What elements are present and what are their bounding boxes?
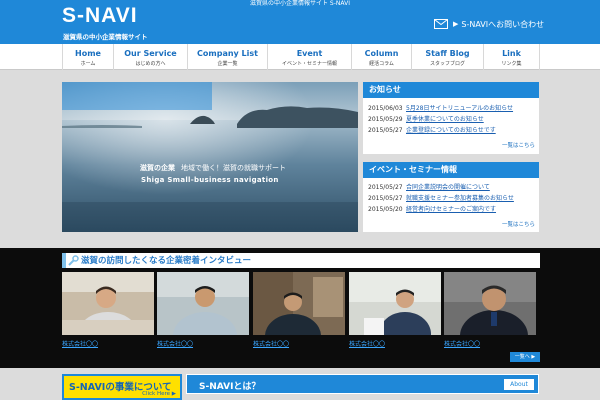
nav-sublabel: 経活コラム	[369, 61, 394, 67]
news-date: 2015/05/27	[368, 127, 403, 134]
nav-label: Column	[364, 49, 399, 58]
news-panel: お知らせ 2015/06/03 5月28日サイトリニューアルのお知らせ 2015/…	[363, 82, 539, 154]
interview-company-link[interactable]: 株式会社〇〇	[253, 339, 289, 348]
event-link[interactable]: 経営者向けセミナーのご案内です	[406, 206, 496, 213]
interview-thumbnail[interactable]	[253, 272, 345, 335]
interview-company-link[interactable]: 株式会社〇〇	[62, 339, 98, 348]
news-item: 2015/05/27 企業登録についてのお知らせです	[368, 125, 496, 134]
business-banner[interactable]: S-NAVIの事業について Click Here ▶	[62, 374, 182, 400]
nav-label: Company List	[197, 49, 258, 58]
mail-icon	[434, 19, 448, 29]
wrench-icon	[68, 255, 79, 266]
interview-heading: 滋賀の訪問したくなる企業密着インタビュー	[62, 253, 540, 268]
nav-sublabel: イベント・セミナー情報	[281, 61, 337, 67]
news-item: 2015/06/03 5月28日サイトリニューアルのお知らせ	[368, 103, 513, 112]
interview-photo	[349, 272, 441, 335]
news-link[interactable]: 5月28日サイトリニューアルのお知らせ	[406, 105, 513, 112]
event-item: 2015/05/20 経営者向けセミナーのご案内です	[368, 204, 496, 213]
interview-thumbnail[interactable]	[444, 272, 536, 335]
hero-caption-line1: 滋賀の企業 地域で働く！滋賀の就職サポート	[140, 163, 286, 173]
about-title: S-NAVIとは？	[199, 382, 261, 392]
nav-label: Event	[296, 49, 323, 58]
interview-title: 滋賀の訪問したくなる企業密着インタビュー	[81, 256, 252, 266]
site-logo[interactable]: S-NAVI	[62, 4, 138, 28]
nav-item-company-list[interactable]: Company List 企業一覧	[188, 44, 268, 70]
event-item: 2015/05/27 就職支援セミナー参加者募集のお知らせ	[368, 193, 514, 202]
nav-item-staff-blog[interactable]: Staff Blog スタッフブログ	[412, 44, 484, 70]
nav-label: Our Service	[124, 49, 177, 58]
main-nav: Home ホーム Our Service はじめの方へ Company List…	[0, 44, 600, 70]
nav-item-event[interactable]: Event イベント・セミナー情報	[268, 44, 352, 70]
logo-subtitle: 滋賀県の中小企業情報サイト	[63, 33, 148, 41]
news-more-link[interactable]: 一覧はこちら	[502, 141, 535, 149]
about-bar: S-NAVIとは？ About	[186, 374, 539, 394]
nav-label: Link	[502, 49, 521, 58]
event-date: 2015/05/27	[368, 184, 403, 191]
event-panel-title: イベント・セミナー情報	[363, 162, 539, 178]
interview-company-link[interactable]: 株式会社〇〇	[349, 339, 385, 348]
nav-item-home[interactable]: Home ホーム	[62, 44, 114, 70]
nav-sublabel: スタッフブログ	[429, 61, 465, 67]
hero-caption-text: 地域で働く！滋賀の就職サポート	[181, 164, 286, 172]
interview-photo	[444, 272, 536, 335]
nav-sublabel: 企業一覧	[217, 61, 238, 67]
hero-caption-line2: Shiga Small-business navigation	[141, 176, 279, 184]
nav-sublabel: ホーム	[80, 61, 96, 67]
nav-item-link[interactable]: Link リンク集	[484, 44, 540, 70]
interview-thumbnail[interactable]	[62, 272, 154, 335]
event-link[interactable]: 就職支援セミナー参加者募集のお知らせ	[406, 195, 514, 202]
site-header: 滋賀県の中小企業情報サイト S-NAVI S-NAVI 滋賀県の中小企業情報サイ…	[0, 0, 600, 44]
contact-arrow-icon: ▶	[453, 20, 459, 28]
interview-more-button[interactable]: 一覧へ ▶	[510, 352, 540, 362]
business-click-here: Click Here ▶	[142, 391, 176, 397]
interview-photo	[253, 272, 345, 335]
nav-label: Home	[75, 49, 101, 58]
contact-link[interactable]: ▶ S-NAVIへお問い合わせ	[434, 17, 544, 31]
nav-item-column[interactable]: Column 経活コラム	[352, 44, 412, 70]
nav-sublabel: はじめの方へ	[135, 61, 166, 67]
event-item: 2015/05/27 合同企業説明会の開催について	[368, 182, 490, 191]
nav-item-our-service[interactable]: Our Service はじめの方へ	[114, 44, 188, 70]
nav-sublabel: リンク集	[501, 61, 522, 67]
nav-label: Staff Blog	[425, 49, 470, 58]
interview-photo	[157, 272, 249, 335]
news-date: 2015/06/03	[368, 105, 403, 112]
news-link[interactable]: 企業登録についてのお知らせです	[406, 127, 496, 134]
hero-caption-bold: 滋賀の企業	[140, 164, 175, 172]
event-date: 2015/05/20	[368, 206, 403, 213]
interview-photo	[62, 272, 154, 335]
interview-thumbnail[interactable]	[349, 272, 441, 335]
news-item: 2015/05/29 夏季休業についてのお知らせ	[368, 114, 484, 123]
interview-company-link[interactable]: 株式会社〇〇	[444, 339, 480, 348]
hero-banner: 滋賀の企業 地域で働く！滋賀の就職サポート Shiga Small-busines…	[62, 82, 358, 232]
interview-company-link[interactable]: 株式会社〇〇	[157, 339, 193, 348]
event-panel: イベント・セミナー情報 2015/05/27 合同企業説明会の開催について 201…	[363, 162, 539, 232]
about-button[interactable]: About	[504, 379, 534, 390]
news-panel-title: お知らせ	[363, 82, 539, 98]
news-link[interactable]: 夏季休業についてのお知らせ	[406, 116, 484, 123]
event-date: 2015/05/27	[368, 195, 403, 202]
hero-caption-box	[62, 82, 212, 110]
event-link[interactable]: 合同企業説明会の開催について	[406, 184, 490, 191]
contact-label: S-NAVIへお問い合わせ	[461, 19, 545, 29]
news-date: 2015/05/29	[368, 116, 403, 123]
event-more-link[interactable]: 一覧はこちら	[502, 220, 535, 228]
interview-thumbnail[interactable]	[157, 272, 249, 335]
